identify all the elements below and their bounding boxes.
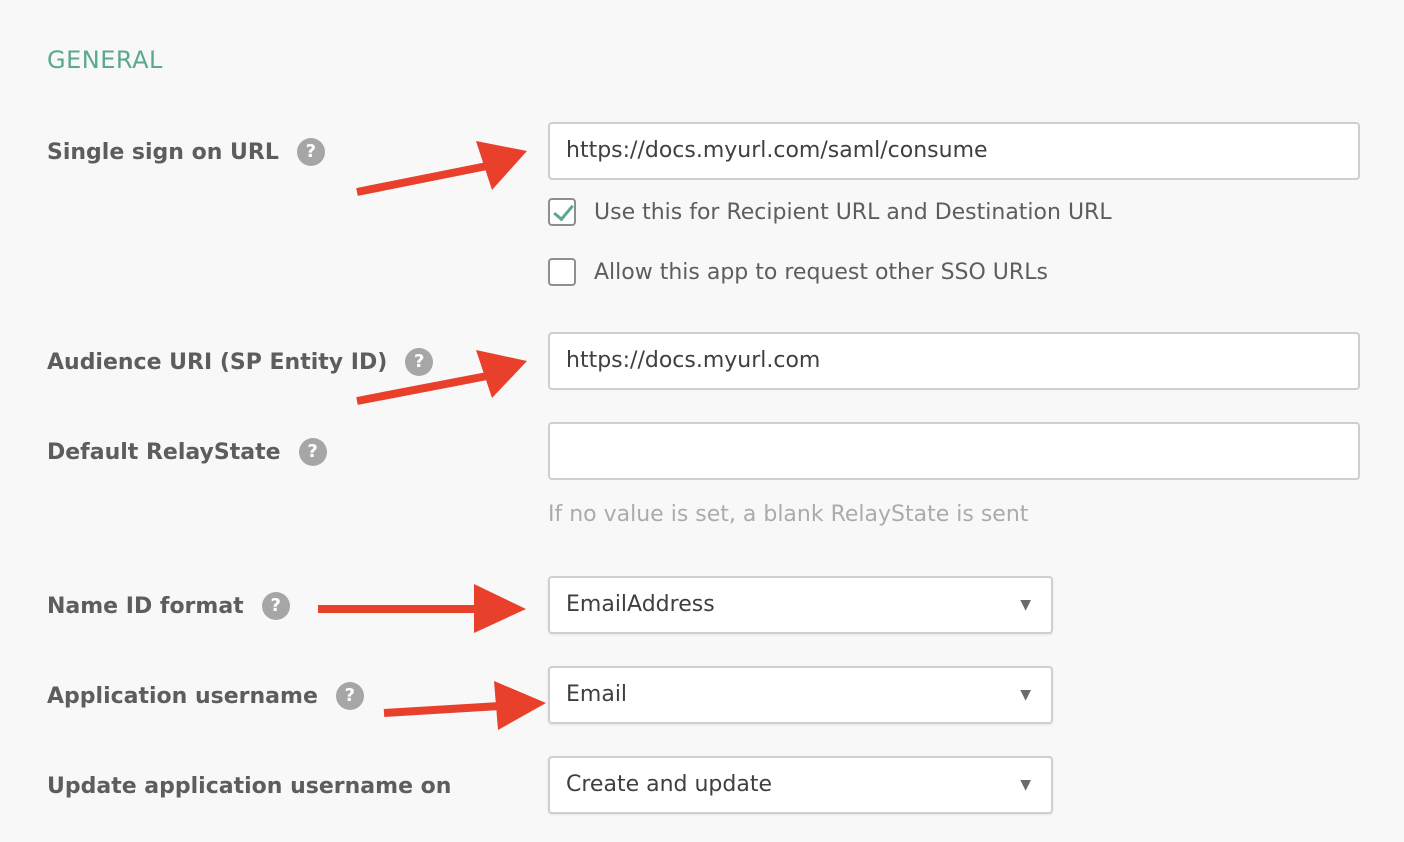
- app-username-label: Application username ?: [47, 681, 364, 711]
- use-recipient-checkbox-row[interactable]: Use this for Recipient URL and Destinati…: [548, 196, 1112, 228]
- help-icon[interactable]: ?: [335, 682, 364, 710]
- audience-uri-input[interactable]: https://docs.myurl.com: [548, 332, 1360, 390]
- name-id-format-label: Name ID format ?: [47, 591, 290, 621]
- red-arrow-icon: [356, 141, 527, 196]
- section-title: GENERAL: [47, 46, 163, 74]
- name-id-format-select[interactable]: EmailAddress ▼: [548, 576, 1053, 634]
- name-id-format-label-text: Name ID format: [47, 593, 244, 619]
- help-icon[interactable]: ?: [261, 592, 290, 620]
- app-username-label-text: Application username: [47, 683, 318, 709]
- sso-url-label: Single sign on URL ?: [47, 137, 325, 167]
- chevron-down-icon: ▼: [1020, 597, 1031, 613]
- update-username-on-label: Update application username on: [47, 771, 451, 801]
- help-icon[interactable]: ?: [296, 138, 325, 166]
- red-arrow-icon: [383, 681, 546, 730]
- sso-url-input[interactable]: https://docs.myurl.com/saml/consume: [548, 122, 1360, 180]
- name-id-format-value: EmailAddress: [566, 592, 715, 617]
- relay-state-input[interactable]: [548, 422, 1360, 480]
- update-username-on-select[interactable]: Create and update ▼: [548, 756, 1053, 814]
- use-recipient-checkbox[interactable]: [548, 198, 576, 226]
- relay-state-hint: If no value is set, a blank RelayState i…: [548, 502, 1029, 527]
- app-username-value: Email: [566, 682, 628, 707]
- chevron-down-icon: ▼: [1020, 687, 1031, 703]
- allow-other-sso-label: Allow this app to request other SSO URLs: [594, 259, 1048, 285]
- relay-state-label: Default RelayState ?: [47, 437, 327, 467]
- help-icon[interactable]: ?: [405, 348, 434, 376]
- chevron-down-icon: ▼: [1020, 777, 1031, 793]
- audience-uri-label-text: Audience URI (SP Entity ID): [47, 349, 388, 375]
- app-username-select[interactable]: Email ▼: [548, 666, 1053, 724]
- red-arrow-icon: [318, 584, 526, 633]
- allow-other-sso-checkbox-row[interactable]: Allow this app to request other SSO URLs: [548, 256, 1048, 288]
- audience-uri-label: Audience URI (SP Entity ID) ?: [47, 347, 434, 377]
- help-icon[interactable]: ?: [298, 438, 327, 466]
- use-recipient-label: Use this for Recipient URL and Destinati…: [594, 199, 1112, 225]
- allow-other-sso-checkbox[interactable]: [548, 258, 576, 286]
- sso-url-label-text: Single sign on URL: [47, 139, 279, 165]
- update-username-on-value: Create and update: [566, 772, 772, 797]
- relay-state-label-text: Default RelayState: [47, 439, 281, 465]
- update-username-on-label-text: Update application username on: [47, 773, 452, 799]
